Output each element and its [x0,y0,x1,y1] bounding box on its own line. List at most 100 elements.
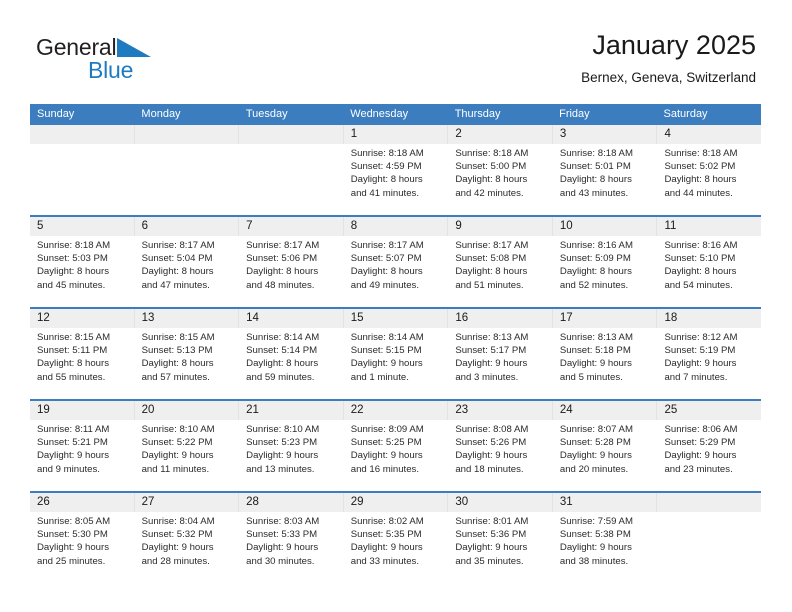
day-number-4[interactable]: 4 [657,125,761,144]
sunrise-text: Sunrise: 8:17 AM [141,240,215,251]
day-number-25[interactable]: 25 [657,401,761,420]
day-number-10[interactable]: 10 [553,217,658,236]
daylight-text: Daylight: 8 hours [455,174,528,186]
weekday-header-friday: Friday [559,108,590,120]
day-cell-13[interactable]: Sunrise: 8:15 AM Sunset: 5:13 PM Daylight:… [135,328,240,399]
daylight-text: and 1 minute. [350,371,409,383]
daylight-text: and 41 minutes. [350,187,420,199]
sunrise-text: Sunrise: 8:16 AM [559,240,633,251]
daylight-text: and 28 minutes. [141,555,210,567]
day-number-9[interactable]: 9 [448,217,553,236]
day-cell-21[interactable]: Sunrise: 8:10 AM Sunset: 5:23 PM Daylight:… [239,420,344,491]
sunset-text: Sunset: 5:35 PM [350,529,422,541]
day-number-23[interactable]: 23 [448,401,553,420]
day-cell-26[interactable]: Sunrise: 8:05 AM Sunset: 5:30 PM Daylight:… [30,512,135,583]
calendar-weeks: 1 2 3 4 Sunrise: 8:18 AM Sunset: 4:59 PM Dayli… [30,125,761,583]
day-number-8[interactable]: 8 [344,217,449,236]
daylight-text: Daylight: 8 hours [559,174,632,186]
day-cell-5[interactable]: Sunrise: 8:18 AM Sunset: 5:03 PM Daylight:… [30,236,135,307]
day-number-21[interactable]: 21 [239,401,344,420]
day-number-24[interactable]: 24 [553,401,658,420]
day-number-26[interactable]: 26 [30,493,135,512]
day-cell-28[interactable]: Sunrise: 8:03 AM Sunset: 5:33 PM Daylight:… [239,512,344,583]
day-cell-9[interactable]: Sunrise: 8:17 AM Sunset: 5:08 PM Daylight:… [448,236,553,307]
day-cell-25[interactable]: Sunrise: 8:06 AM Sunset: 5:29 PM Daylight:… [657,420,761,491]
day-cell-20[interactable]: Sunrise: 8:10 AM Sunset: 5:22 PM Daylight:… [135,420,240,491]
sunrise-text: Sunrise: 8:10 AM [246,424,320,435]
daylight-text: Daylight: 9 hours [455,542,528,554]
day-cell-16[interactable]: Sunrise: 8:13 AM Sunset: 5:17 PM Daylight:… [448,328,553,399]
sunset-text: Sunset: 5:09 PM [559,253,631,265]
day-number-1[interactable]: 1 [344,125,449,144]
sunset-text: Sunset: 5:21 PM [37,437,108,449]
day-number-15[interactable]: 15 [344,309,449,328]
daylight-text: Daylight: 8 hours [350,174,423,186]
day-cell-29[interactable]: Sunrise: 8:02 AM Sunset: 5:35 PM Daylight:… [344,512,449,583]
day-number-2[interactable]: 2 [448,125,553,144]
sunset-text: Sunset: 5:10 PM [664,253,736,265]
day-cell-2[interactable]: Sunrise: 8:18 AM Sunset: 5:00 PM Daylight:… [448,144,553,215]
day-number-28[interactable]: 28 [239,493,344,512]
day-number-29[interactable]: 29 [344,493,449,512]
sunset-text: Sunset: 4:59 PM [350,161,422,173]
day-cell-14[interactable]: Sunrise: 8:14 AM Sunset: 5:14 PM Daylight:… [239,328,344,399]
day-cell-8[interactable]: Sunrise: 8:17 AM Sunset: 5:07 PM Daylight:… [344,236,449,307]
sunset-text: Sunset: 5:19 PM [664,345,736,357]
day-cell-4[interactable]: Sunrise: 8:18 AM Sunset: 5:02 PM Daylight:… [657,144,761,215]
day-number-3[interactable]: 3 [553,125,658,144]
day-number-13[interactable]: 13 [135,309,240,328]
week-content-band: Sunrise: 8:11 AM Sunset: 5:21 PM Daylight:… [30,420,761,491]
day-cell-15[interactable]: Sunrise: 8:14 AM Sunset: 5:15 PM Daylight:… [344,328,449,399]
day-number-7[interactable]: 7 [239,217,344,236]
day-number-27[interactable]: 27 [135,493,240,512]
daylight-text: Daylight: 9 hours [664,450,737,462]
day-cell-27[interactable]: Sunrise: 8:04 AM Sunset: 5:32 PM Daylight:… [135,512,240,583]
day-number-6[interactable]: 6 [135,217,240,236]
day-number-17[interactable]: 17 [553,309,658,328]
day-number-empty [30,125,135,144]
day-cell-10[interactable]: Sunrise: 8:16 AM Sunset: 5:09 PM Daylight:… [553,236,658,307]
day-cell-22[interactable]: Sunrise: 8:09 AM Sunset: 5:25 PM Daylight:… [344,420,449,491]
day-number-14[interactable]: 14 [239,309,344,328]
triangle-icon [117,38,152,66]
daylight-text: Daylight: 8 hours [664,266,737,278]
day-cell-12[interactable]: Sunrise: 8:15 AM Sunset: 5:11 PM Daylight:… [30,328,135,399]
sunrise-text: Sunrise: 8:13 AM [559,332,633,343]
day-number-16[interactable]: 16 [448,309,553,328]
general-blue-logo: General Blue [36,34,236,94]
day-cell-6[interactable]: Sunrise: 8:17 AM Sunset: 5:04 PM Daylight:… [135,236,240,307]
sunset-text: Sunset: 5:32 PM [141,529,213,541]
day-number-empty [239,125,344,144]
daylight-text: and 51 minutes. [455,279,524,291]
day-cell-18[interactable]: Sunrise: 8:12 AM Sunset: 5:19 PM Daylight:… [657,328,761,399]
day-number-19[interactable]: 19 [30,401,135,420]
day-number-18[interactable]: 18 [657,309,761,328]
day-cell-3[interactable]: Sunrise: 8:18 AM Sunset: 5:01 PM Daylight:… [553,144,658,215]
daylight-text: and 25 minutes. [37,555,106,567]
day-cell-24[interactable]: Sunrise: 8:07 AM Sunset: 5:28 PM Daylight:… [553,420,658,491]
day-cell-17[interactable]: Sunrise: 8:13 AM Sunset: 5:18 PM Daylight:… [553,328,658,399]
day-number-11[interactable]: 11 [657,217,761,236]
calendar-week-row: 12 13 14 15 16 17 18 Sunrise: 8:15 AM Sunset: 5:… [30,307,761,399]
day-cell-19[interactable]: Sunrise: 8:11 AM Sunset: 5:21 PM Daylight:… [30,420,135,491]
day-number-22[interactable]: 22 [344,401,449,420]
week-content-band: Sunrise: 8:18 AM Sunset: 4:59 PM Daylight:… [30,144,761,215]
day-cell-7[interactable]: Sunrise: 8:17 AM Sunset: 5:06 PM Daylight:… [239,236,344,307]
day-number-31[interactable]: 31 [553,493,658,512]
day-cell-23[interactable]: Sunrise: 8:08 AM Sunset: 5:26 PM Daylight:… [448,420,553,491]
sunset-text: Sunset: 5:17 PM [455,345,527,357]
day-cell-31[interactable]: Sunrise: 7:59 AM Sunset: 5:38 PM Daylight:… [553,512,658,583]
day-number-30[interactable]: 30 [448,493,553,512]
day-cell-30[interactable]: Sunrise: 8:01 AM Sunset: 5:36 PM Daylight:… [448,512,553,583]
day-cell-11[interactable]: Sunrise: 8:16 AM Sunset: 5:10 PM Daylight:… [657,236,761,307]
day-number-20[interactable]: 20 [135,401,240,420]
sunset-text: Sunset: 5:30 PM [37,529,108,541]
day-cell-1[interactable]: Sunrise: 8:18 AM Sunset: 4:59 PM Daylight:… [344,144,449,215]
daylight-text: and 38 minutes. [559,555,629,567]
sunset-text: Sunset: 5:15 PM [350,345,422,357]
day-number-5[interactable]: 5 [30,217,135,236]
daylight-text: and 13 minutes. [246,463,315,475]
day-number-12[interactable]: 12 [30,309,135,328]
logo-text-general: General [36,34,117,60]
sunset-text: Sunset: 5:26 PM [455,437,527,449]
